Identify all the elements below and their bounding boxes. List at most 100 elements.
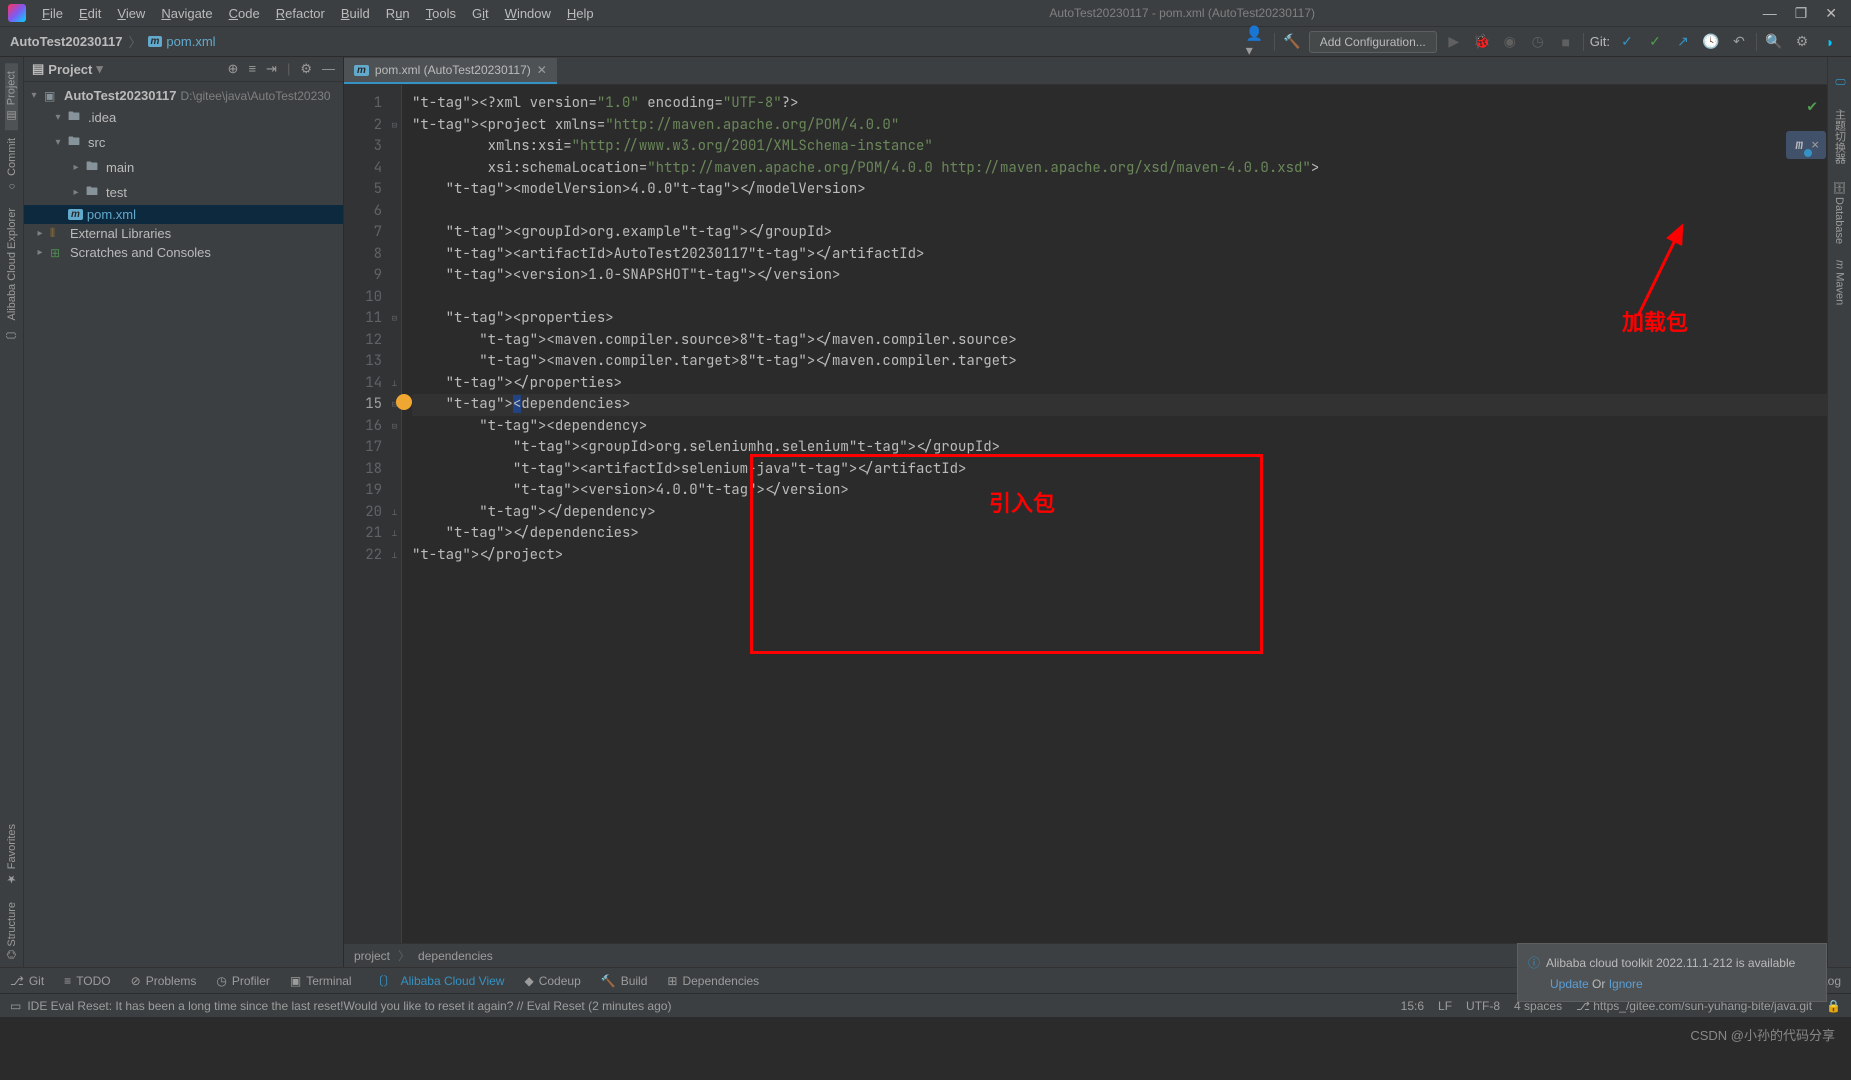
tree-row[interactable]: mpom.xml [24, 205, 343, 224]
menu-view[interactable]: View [109, 2, 153, 25]
git-push-icon[interactable]: ↗ [1672, 31, 1694, 53]
notification-ignore-link[interactable]: Ignore [1609, 977, 1643, 991]
debug-icon[interactable]: 🐞 [1471, 31, 1493, 53]
toolbar-right: 👤▾ 🔨 Add Configuration... ▶ 🐞 ◉ ◷ ■ Git:… [1246, 31, 1851, 53]
editor-side: m pom.xml (AutoTest20230117) ✕ 123456789… [344, 57, 1827, 967]
sidebar-item-commit[interactable]: ○ Commit [6, 130, 18, 200]
collapse-icon[interactable]: ⇥ [266, 61, 277, 77]
status-line-sep[interactable]: LF [1438, 999, 1452, 1013]
tool-build[interactable]: 🔨 Build [601, 974, 648, 988]
git-label: Git: [1590, 34, 1610, 49]
menu-build[interactable]: Build [333, 2, 378, 25]
hide-panel-icon[interactable]: — [322, 61, 335, 77]
sidebar-item-alibaba[interactable]: 〔〕 Alibaba Cloud Explorer [4, 200, 20, 355]
breadcrumb-root[interactable]: AutoTest20230117 [10, 34, 123, 49]
stop-icon[interactable]: ■ [1555, 31, 1577, 53]
menu-refactor[interactable]: Refactor [268, 2, 333, 25]
main-area: ▤ Project ○ Commit 〔〕 Alibaba Cloud Expl… [0, 57, 1851, 967]
menu-file[interactable]: File [34, 2, 71, 25]
sidebar-item-database[interactable]: 🗄 Database [1833, 172, 1846, 252]
locate-icon[interactable]: ⊕ [228, 61, 239, 77]
tree-row[interactable]: ▾🖿.idea [24, 105, 343, 130]
expand-icon[interactable]: ≡ [248, 61, 256, 77]
sidebar-item-maven[interactable]: m Maven [1834, 252, 1846, 313]
sidebar-item-favorites[interactable]: ★ Favorites [5, 816, 18, 893]
run-icon[interactable]: ▶ [1443, 31, 1465, 53]
intention-bulb-icon[interactable] [396, 394, 412, 410]
tool-alibaba-view[interactable]: 〔〕 Alibaba Cloud View [372, 972, 505, 989]
sidebar-item-theme[interactable]: 〔〕 [1832, 63, 1848, 101]
maximize-button[interactable]: ❐ [1795, 5, 1808, 22]
search-icon[interactable]: 🔍 [1763, 31, 1785, 53]
panel-gear-icon[interactable]: ⚙ [300, 61, 312, 77]
git-update-icon[interactable]: ✓ [1616, 31, 1638, 53]
inspection-ok-icon[interactable]: ✔ [1807, 95, 1817, 117]
tree-row[interactable]: ▸⊞Scratches and Consoles [24, 243, 343, 262]
code-text[interactable]: ✔ m ✕ "t-tag"><?xml version="1.0" encodi… [402, 85, 1827, 943]
tree-row[interactable]: ▸🖿test [24, 180, 343, 205]
maven-icon: m [354, 65, 369, 76]
sidebar-item-structure[interactable]: ⌬ Structure [5, 894, 18, 967]
menu-window[interactable]: Window [497, 2, 559, 25]
git-commit-icon[interactable]: ✓ [1644, 31, 1666, 53]
project-panel-title[interactable]: ▤ Project ▾ [32, 61, 228, 77]
menu-code[interactable]: Code [221, 2, 268, 25]
sidebar-item-theme-txt[interactable]: 主题切换器 [1832, 101, 1848, 172]
tool-terminal[interactable]: ▣ Terminal [290, 974, 352, 988]
minimize-button[interactable]: — [1763, 5, 1777, 22]
menu-git[interactable]: Git [464, 2, 497, 25]
project-panel: ▤ Project ▾ ⊕ ≡ ⇥ | ⚙ — ▾▣ AutoTest20230… [24, 57, 344, 967]
annotation-load: 加载包 [1622, 312, 1688, 334]
close-button[interactable]: ✕ [1825, 5, 1837, 22]
tree-row[interactable]: ▾🖿src [24, 130, 343, 155]
code-area[interactable]: 12345678910111213141516171819202122 ⊟⊟⊥⊟… [344, 85, 1827, 943]
coverage-icon[interactable]: ◉ [1499, 31, 1521, 53]
tool-codeup[interactable]: ◆ Codeup [524, 974, 580, 988]
profile-icon[interactable]: ◷ [1527, 31, 1549, 53]
menu-edit[interactable]: Edit [71, 2, 109, 25]
add-configuration-button[interactable]: Add Configuration... [1309, 31, 1437, 53]
status-lock-icon[interactable]: 🔒 [1826, 999, 1841, 1013]
settings-icon[interactable]: ⚙ [1791, 31, 1813, 53]
menu-navigate[interactable]: Navigate [153, 2, 220, 25]
tool-todo[interactable]: ≡ TODO [64, 974, 110, 988]
tree-root[interactable]: ▾▣ AutoTest20230117 D:\gitee\java\AutoTe… [24, 86, 343, 105]
fold-gutter[interactable]: ⊟⊟⊥⊟⊟⊥⊥⊥ [388, 85, 402, 943]
overlay-close-icon[interactable]: ✕ [1811, 134, 1819, 156]
tool-problems[interactable]: ⊘ Problems [131, 974, 197, 988]
nav-toolbar: AutoTest20230117 〉 mpom.xml 👤▾ 🔨 Add Con… [0, 27, 1851, 57]
maven-icon: m [148, 36, 163, 47]
git-rollback-icon[interactable]: ↶ [1728, 31, 1750, 53]
status-caret-pos[interactable]: 15:6 [1401, 999, 1424, 1013]
project-tree[interactable]: ▾▣ AutoTest20230117 D:\gitee\java\AutoTe… [24, 82, 343, 266]
breadcrumb-file[interactable]: mpom.xml [148, 34, 216, 49]
editor-tab-pom[interactable]: m pom.xml (AutoTest20230117) ✕ [344, 58, 557, 84]
tool-dependencies[interactable]: ⊞ Dependencies [667, 974, 759, 988]
git-history-icon[interactable]: 🕓 [1700, 31, 1722, 53]
crumb-dependencies[interactable]: dependencies [418, 949, 493, 963]
maven-reimport-overlay[interactable]: m ✕ [1786, 131, 1826, 159]
app-logo [8, 4, 26, 22]
menu-tools[interactable]: Tools [418, 2, 464, 25]
menu-help[interactable]: Help [559, 2, 602, 25]
crumb-project[interactable]: project [354, 949, 390, 963]
tool-profiler[interactable]: ◷ Profiler [216, 974, 270, 988]
alibaba-toolkit-icon[interactable]: ◗ [1819, 31, 1841, 53]
tree-row[interactable]: ▸⫴External Libraries [24, 224, 343, 243]
menu-bar: File Edit View Navigate Code Refactor Bu… [0, 0, 1851, 27]
status-encoding[interactable]: UTF-8 [1466, 999, 1500, 1013]
info-icon: ⓘ [1528, 954, 1540, 971]
breadcrumb-sep: 〉 [129, 32, 142, 51]
maven-overlay-letter: m [1795, 134, 1803, 156]
tab-bar: m pom.xml (AutoTest20230117) ✕ [344, 57, 1827, 85]
sidebar-item-project[interactable]: ▤ Project [5, 63, 18, 130]
close-tab-icon[interactable]: ✕ [537, 63, 547, 77]
build-icon[interactable]: 🔨 [1281, 31, 1303, 53]
tree-row[interactable]: ▸🖿main [24, 155, 343, 180]
status-icon[interactable]: ▭ [10, 999, 21, 1013]
tool-git[interactable]: ⎇ Git [10, 974, 44, 988]
menu-run[interactable]: Run [378, 2, 418, 25]
user-icon[interactable]: 👤▾ [1246, 31, 1268, 53]
watermark: CSDN @小孙的代码分享 [1690, 1025, 1835, 1044]
notification-update-link[interactable]: Update [1550, 977, 1589, 991]
